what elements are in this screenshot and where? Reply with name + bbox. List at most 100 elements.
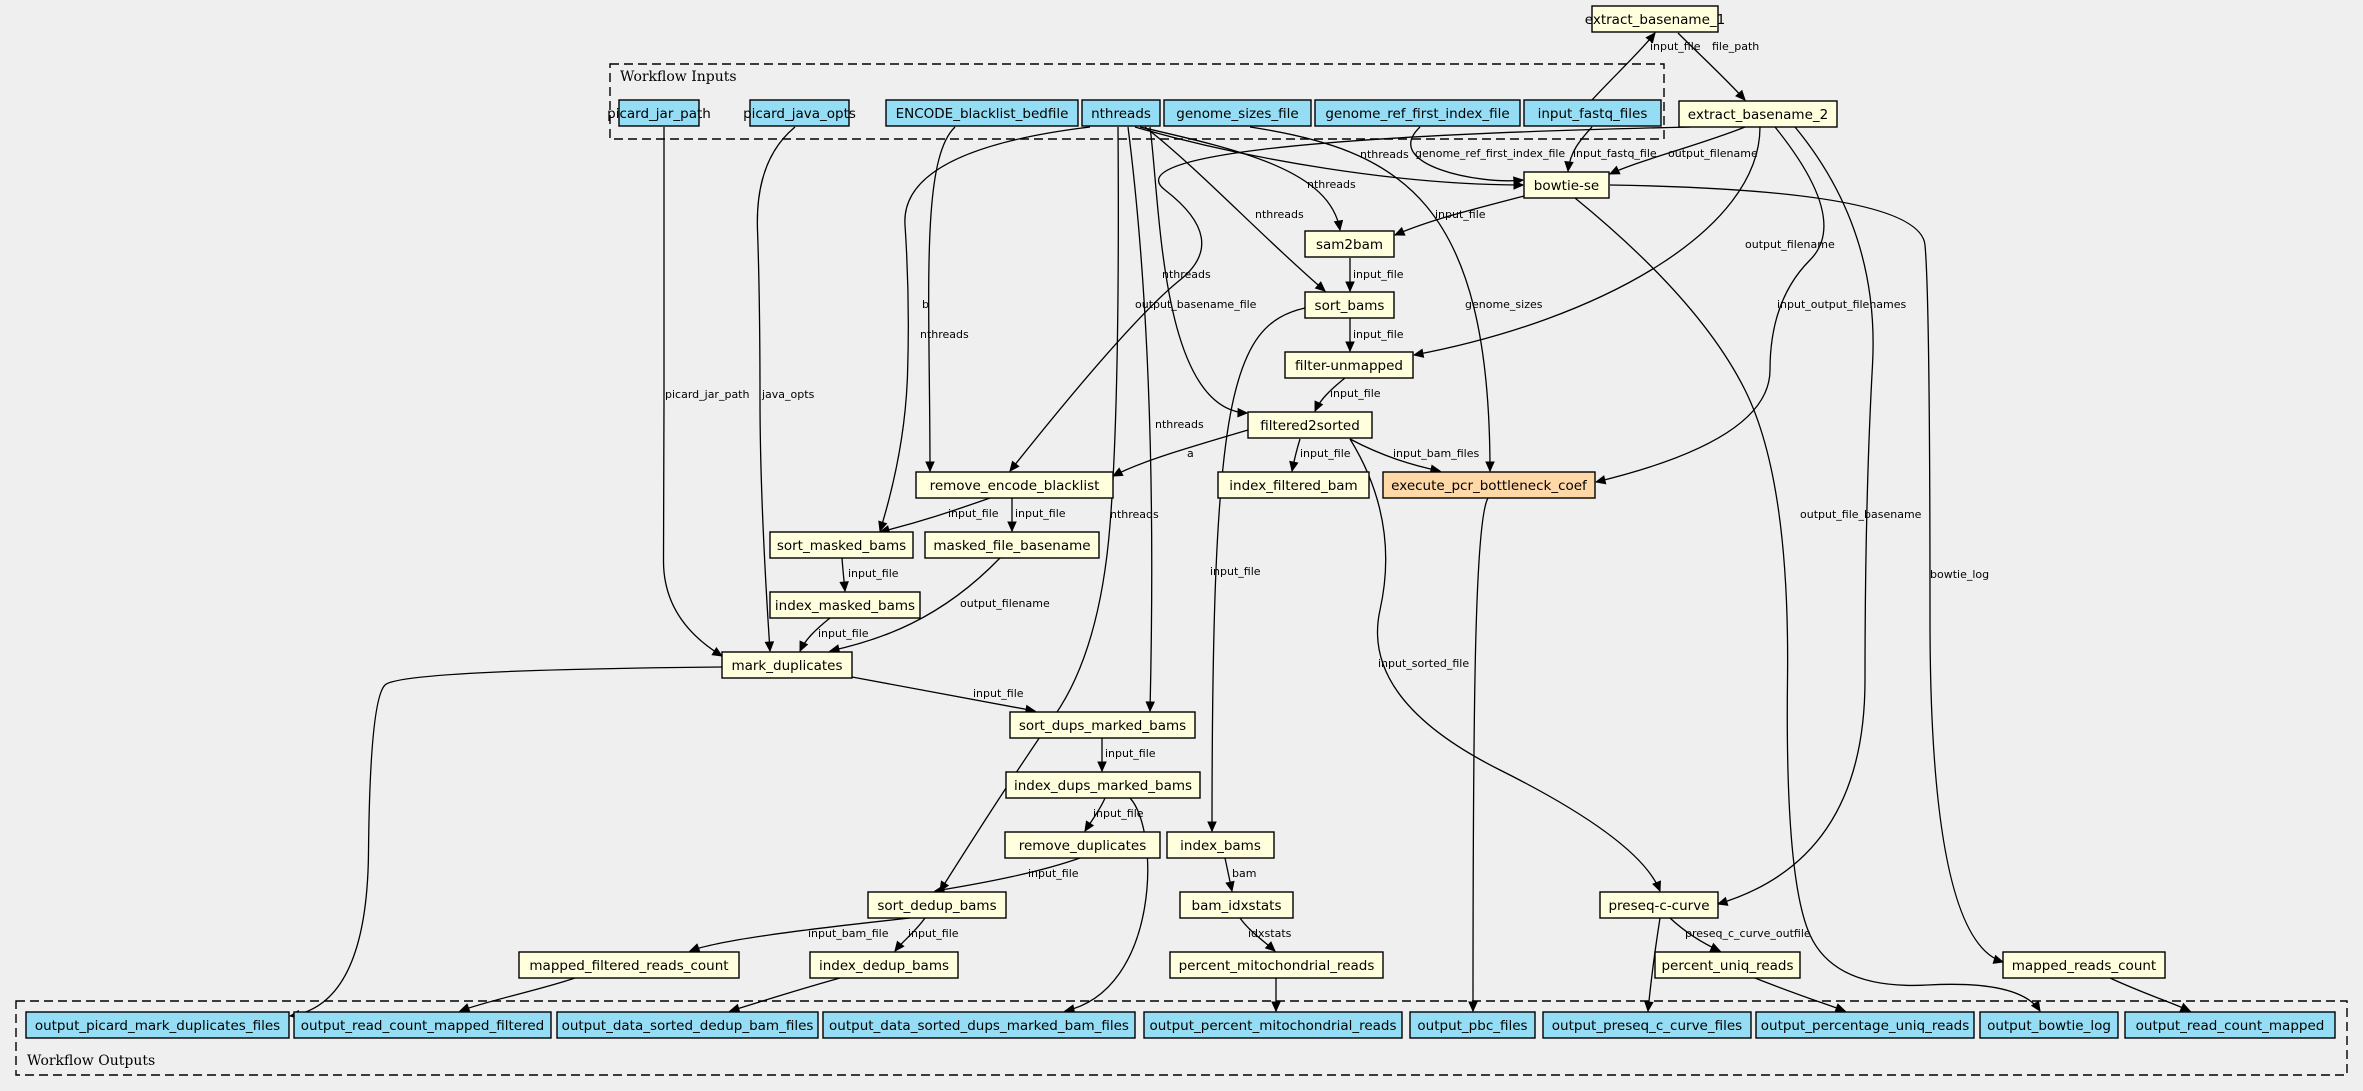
node-index-dups-marked-bams[interactable]: index_dups_marked_bams: [1005, 771, 1201, 799]
node-output-preseq-c-curve-files[interactable]: output_preseq_c_curve_files: [1542, 1011, 1752, 1039]
node-nthreads[interactable]: nthreads: [1081, 99, 1161, 127]
node-label: bam_idxstats: [1192, 898, 1282, 914]
edge-label: b: [922, 298, 929, 311]
node-label: mapped_reads_count: [2012, 958, 2156, 974]
node-extract-basename-2[interactable]: extract_basename_2: [1678, 100, 1838, 128]
node-output-bowtie-log[interactable]: output_bowtie_log: [1979, 1011, 2119, 1039]
node-label: output_read_count_mapped_filtered: [301, 1018, 544, 1034]
edge-label: input_file: [1650, 40, 1701, 53]
node-index-masked-bams[interactable]: index_masked_bams: [769, 591, 921, 619]
node-output-pbc-files[interactable]: output_pbc_files: [1409, 1011, 1536, 1039]
workflow-diagram: Workflow Inputs Workflow Outputs input_f…: [0, 0, 2363, 1091]
node-mapped-filtered-reads-count[interactable]: mapped_filtered_reads_count: [518, 951, 740, 979]
node-output-percent-mitochondrial-reads[interactable]: output_percent_mitochondrial_reads: [1143, 1011, 1403, 1039]
node-label: filtered2sorted: [1260, 418, 1360, 434]
node-label: index_dups_marked_bams: [1014, 778, 1192, 794]
node-mapped-reads-count[interactable]: mapped_reads_count: [2002, 951, 2166, 979]
node-genome-sizes-file[interactable]: genome_sizes_file: [1163, 99, 1312, 127]
node-sort-dups-marked-bams[interactable]: sort_dups_marked_bams: [1009, 711, 1196, 739]
node-output-read-count-mapped[interactable]: output_read_count_mapped: [2124, 1011, 2336, 1039]
edge-label: input_file: [1015, 507, 1066, 520]
edge-label: nthreads: [1155, 418, 1204, 431]
node-execute-pcr-bottleneck-coef[interactable]: execute_pcr_bottleneck_coef: [1382, 471, 1596, 499]
node-remove-duplicates[interactable]: remove_duplicates: [1004, 831, 1161, 859]
node-percent-mitochondrial-reads[interactable]: percent_mitochondrial_reads: [1169, 951, 1384, 979]
edge-label: input_file: [1353, 268, 1404, 281]
node-label: percent_uniq_reads: [1661, 958, 1793, 974]
edge-label: input_bam_file: [808, 927, 889, 940]
node-index-filtered-bam[interactable]: index_filtered_bam: [1217, 471, 1370, 499]
edge-label: input_file: [948, 507, 999, 520]
node-label: index_dedup_bams: [819, 958, 949, 974]
edge-label: input_file: [1435, 208, 1486, 221]
node-sort-bams[interactable]: sort_bams: [1304, 291, 1395, 319]
node-picard-jar-path[interactable]: picard_jar_path: [607, 99, 711, 127]
node-label: extract_basename_2: [1688, 107, 1828, 123]
node-sort-dedup-bams[interactable]: sort_dedup_bams: [867, 891, 1007, 919]
node-remove-encode-blacklist[interactable]: remove_encode_blacklist: [915, 471, 1114, 499]
node-sam2bam[interactable]: sam2bam: [1304, 230, 1395, 258]
node-output-picard-mark-duplicates-files[interactable]: output_picard_mark_duplicates_files: [25, 1011, 290, 1039]
edge-label: input_file: [1353, 328, 1404, 341]
edge-label: nthreads: [920, 328, 969, 341]
edge-label: output_filename: [1668, 147, 1758, 160]
node-output-percentage-uniq-reads[interactable]: output_percentage_uniq_reads: [1755, 1011, 1975, 1039]
node-label: masked_file_basename: [933, 538, 1090, 554]
node-genome-ref-first-index-file[interactable]: genome_ref_first_index_file: [1314, 99, 1521, 127]
edge-label: file_path: [1712, 40, 1759, 53]
node-label: sort_dedup_bams: [877, 898, 996, 914]
edge-label: nthreads: [1307, 178, 1356, 191]
node-label: index_masked_bams: [775, 598, 915, 614]
edge-label: input_file: [1028, 867, 1079, 880]
node-label: output_percent_mitochondrial_reads: [1149, 1018, 1396, 1034]
node-filtered2sorted[interactable]: filtered2sorted: [1247, 411, 1373, 439]
edge-label: input_file: [818, 627, 869, 640]
node-bowtie-se[interactable]: bowtie-se: [1523, 171, 1610, 199]
node-masked-file-basename[interactable]: masked_file_basename: [924, 531, 1100, 559]
node-label: picard_java_opts: [743, 106, 856, 122]
edge-label: input_file: [1105, 747, 1156, 760]
node-label: execute_pcr_bottleneck_coef: [1391, 478, 1588, 494]
edge-label: input_file: [1330, 387, 1381, 400]
edge-label: nthreads: [1110, 508, 1159, 521]
node-output-read-count-mapped-filtered[interactable]: output_read_count_mapped_filtered: [293, 1011, 552, 1039]
node-label: output_percentage_uniq_reads: [1761, 1018, 1970, 1034]
diagram-background: [0, 0, 2363, 1091]
node-index-dedup-bams[interactable]: index_dedup_bams: [809, 951, 959, 979]
node-preseq-c-curve[interactable]: preseq-c-curve: [1599, 891, 1719, 919]
node-sort-masked-bams[interactable]: sort_masked_bams: [769, 531, 914, 559]
node-picard-java-opts[interactable]: picard_java_opts: [743, 99, 856, 127]
node-extract-basename-1[interactable]: extract_basename_1: [1585, 5, 1725, 33]
node-label: output_pbc_files: [1417, 1018, 1527, 1034]
node-percent-uniq-reads[interactable]: percent_uniq_reads: [1654, 951, 1801, 979]
node-filter-unmapped[interactable]: filter-unmapped: [1284, 351, 1414, 379]
node-label: output_data_sorted_dups_marked_bam_files: [829, 1018, 1129, 1034]
edge-label: input_fastq_file: [1573, 147, 1657, 160]
node-bam-idxstats[interactable]: bam_idxstats: [1179, 891, 1294, 919]
edge-label: idxstats: [1248, 927, 1292, 940]
edge-label: bowtie_log: [1930, 568, 1989, 581]
node-label: remove_duplicates: [1019, 838, 1147, 854]
edge-label: output_file_basename: [1800, 508, 1922, 521]
node-output-data-sorted-dups-marked-bam-files[interactable]: output_data_sorted_dups_marked_bam_files: [822, 1011, 1136, 1039]
node-mark-duplicates[interactable]: mark_duplicates: [721, 651, 853, 679]
edge-label: a: [1187, 447, 1194, 460]
edge-label: output_basename_file: [1135, 298, 1257, 311]
node-label: genome_ref_first_index_file: [1325, 106, 1509, 122]
node-label: mapped_filtered_reads_count: [529, 958, 728, 974]
node-label: output_picard_mark_duplicates_files: [35, 1018, 280, 1034]
edge-label: nthreads: [1360, 148, 1409, 161]
node-input-fastq-files[interactable]: input_fastq_files: [1523, 99, 1662, 127]
edge-label: preseq_c_curve_outfile: [1685, 927, 1811, 940]
node-label: output_bowtie_log: [1987, 1018, 2111, 1034]
edge-label: input_bam_files: [1393, 447, 1479, 460]
edge-label: genome_sizes: [1465, 298, 1543, 311]
node-output-data-sorted-dedup-bam-files[interactable]: output_data_sorted_dedup_bam_files: [556, 1011, 819, 1039]
edge-label: input_file: [1300, 447, 1351, 460]
node-label: input_fastq_files: [1538, 106, 1648, 122]
node-ENCODE-blacklist-bedfile[interactable]: ENCODE_blacklist_bedfile: [885, 99, 1079, 127]
edge-label: input_file: [848, 567, 899, 580]
node-label: percent_mitochondrial_reads: [1179, 958, 1375, 974]
node-index-bams[interactable]: index_bams: [1166, 831, 1275, 859]
workflow-inputs-title: Workflow Inputs: [620, 69, 737, 85]
